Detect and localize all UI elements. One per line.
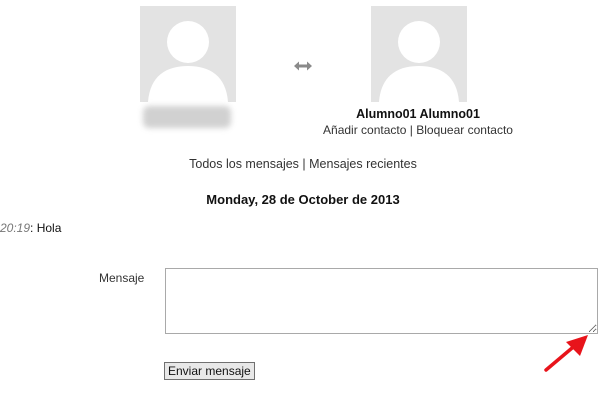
message-item: 20:19: Hola	[0, 221, 61, 235]
red-arrow-icon	[544, 335, 588, 372]
peer-avatar	[371, 6, 467, 102]
swap-arrows-icon	[294, 61, 312, 71]
message-time: 20:19	[0, 221, 31, 235]
message-text: Hola	[36, 221, 62, 235]
message-filter-links: Todos los mensajes | Mensajes recientes	[150, 157, 456, 171]
user-silhouette-icon	[371, 6, 467, 102]
send-message-button[interactable]: Enviar mensaje	[164, 362, 255, 380]
peer-name: Alumno01 Alumno01	[356, 107, 480, 121]
all-messages-link[interactable]: Todos los mensajes	[189, 157, 299, 171]
message-label: Mensaje	[99, 271, 145, 285]
conversation-date: Monday, 28 de October de 2013	[206, 192, 400, 207]
recent-messages-link[interactable]: Mensajes recientes	[309, 157, 417, 171]
message-textarea[interactable]	[165, 268, 598, 334]
peer-actions: Añadir contacto | Bloquear contacto	[318, 123, 518, 137]
block-contact-link[interactable]: Bloquear contacto	[416, 123, 513, 137]
user-silhouette-icon	[140, 6, 236, 102]
current-user-avatar	[140, 6, 236, 102]
separator: |	[409, 123, 413, 137]
add-contact-link[interactable]: Añadir contacto	[323, 123, 406, 137]
separator: |	[302, 157, 306, 171]
time-colon: :	[30, 221, 34, 235]
current-user-name-blurred	[143, 106, 231, 128]
